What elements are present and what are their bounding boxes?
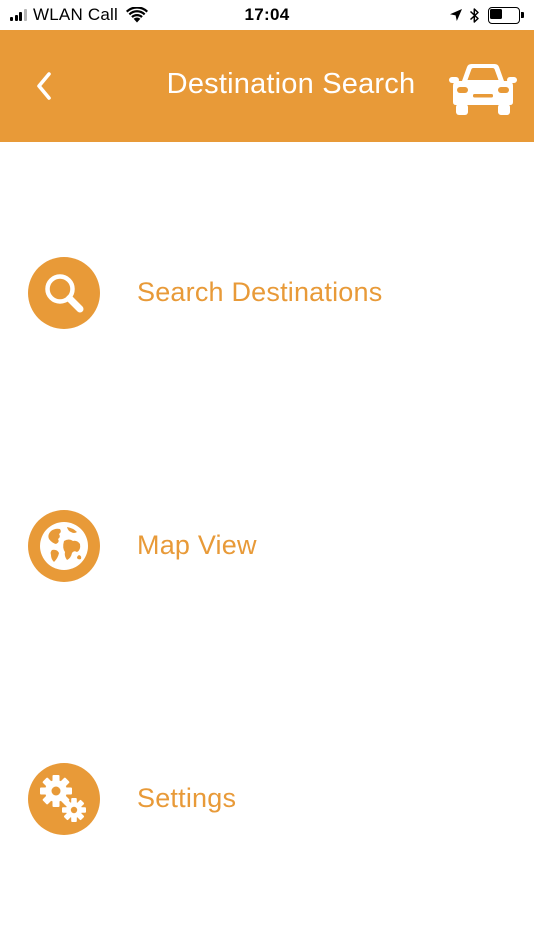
status-bar: WLAN Call 17:04 <box>0 0 534 30</box>
menu-item-label: Settings <box>137 783 237 813</box>
gears-icon <box>28 763 100 835</box>
menu-item-search-destinations[interactable]: Search Destinations <box>0 248 534 338</box>
battery-icon <box>488 6 524 24</box>
menu-item-label: Search Destinations <box>137 277 383 307</box>
menu-item-label: Map View <box>137 530 257 560</box>
location-arrow-icon <box>450 9 462 21</box>
magnifier-icon <box>28 257 100 329</box>
car-icon[interactable] <box>449 60 517 118</box>
status-right <box>443 6 524 24</box>
bluetooth-icon <box>469 7 479 23</box>
battery-level <box>490 8 503 19</box>
menu-item-settings[interactable]: Settings <box>0 754 534 844</box>
menu-item-map-view[interactable]: Map View <box>0 501 534 591</box>
navigation-bar: Destination Search <box>0 30 534 142</box>
globe-icon <box>28 510 100 582</box>
